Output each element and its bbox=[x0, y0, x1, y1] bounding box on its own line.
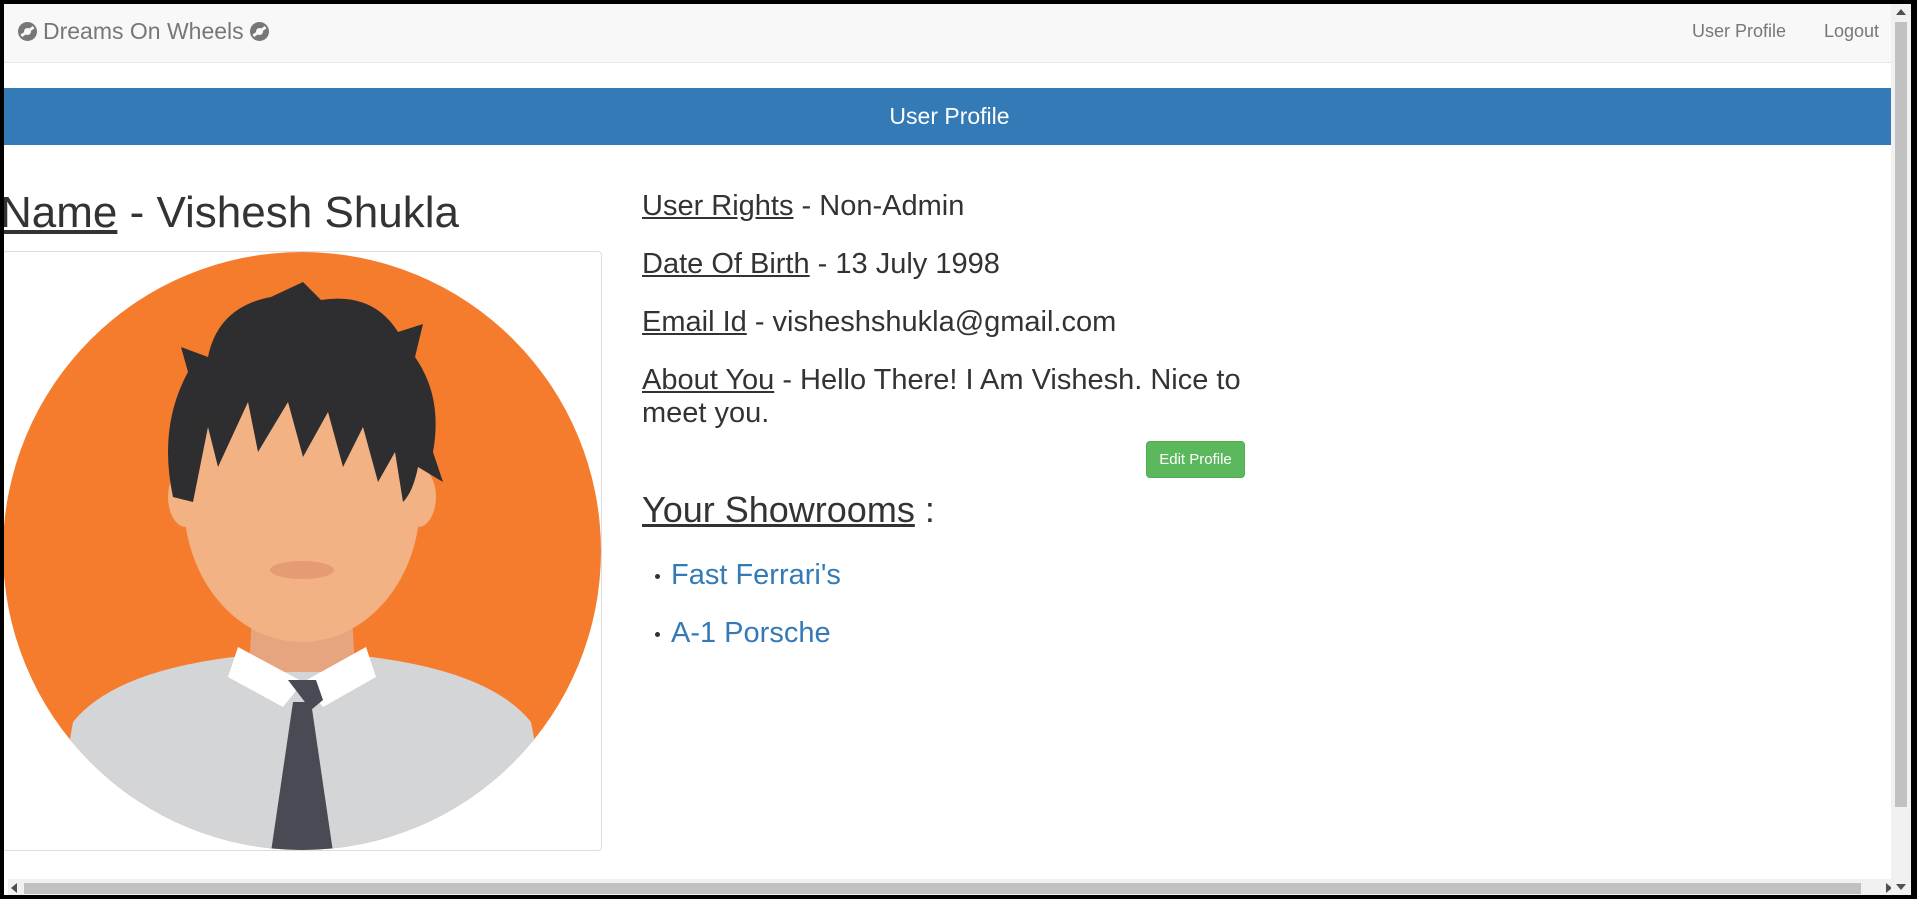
list-item: A-1 Porsche bbox=[655, 617, 831, 650]
avatar bbox=[4, 251, 602, 851]
about-label: About You bbox=[642, 364, 775, 396]
showrooms-title: Your Showrooms bbox=[642, 489, 915, 530]
name-value: - Vishesh Shukla bbox=[117, 188, 459, 237]
user-rights-value: - Non-Admin bbox=[793, 190, 965, 222]
showroom-link[interactable]: A-1 Porsche bbox=[671, 617, 831, 649]
bullet bbox=[655, 574, 660, 579]
disc-icon bbox=[249, 22, 269, 41]
showrooms-suffix: : bbox=[914, 489, 935, 530]
vertical-scrollbar[interactable] bbox=[1891, 4, 1911, 895]
navbar: Dreams On Wheels User Profile Logout bbox=[4, 4, 1895, 63]
edit-profile-button[interactable]: Edit Profile bbox=[1146, 441, 1245, 478]
page-title: User Profile bbox=[4, 88, 1895, 145]
bullet bbox=[655, 632, 660, 637]
browser-viewport: Dreams On Wheels User Profile Logout Use… bbox=[4, 4, 1895, 895]
user-rights-label: User Rights bbox=[642, 190, 794, 222]
disc-icon bbox=[18, 22, 37, 41]
list-item: Fast Ferrari's bbox=[655, 559, 841, 592]
scroll-left-icon[interactable] bbox=[11, 883, 17, 893]
nav-user-profile[interactable]: User Profile bbox=[1692, 21, 1786, 42]
email-label: Email Id bbox=[642, 306, 747, 338]
scroll-down-icon[interactable] bbox=[1896, 884, 1906, 890]
dob-row: Date Of Birth - 13 July 1998 bbox=[642, 248, 1242, 281]
brand-link[interactable]: Dreams On Wheels bbox=[18, 18, 269, 45]
user-name-heading: Name - Vishesh Shukla bbox=[4, 188, 459, 238]
horizontal-scroll-thumb[interactable] bbox=[24, 883, 1861, 894]
scroll-up-icon[interactable] bbox=[1896, 9, 1906, 15]
email-value: - visheshshukla@gmail.com bbox=[746, 306, 1117, 338]
name-label: Name bbox=[4, 188, 118, 237]
showrooms-heading: Your Showrooms : bbox=[642, 489, 935, 531]
about-row: About You - Hello There! I Am Vishesh. N… bbox=[642, 364, 1242, 430]
vertical-scroll-thumb[interactable] bbox=[1895, 22, 1907, 807]
nav-logout[interactable]: Logout bbox=[1824, 21, 1879, 42]
horizontal-scrollbar[interactable] bbox=[8, 879, 1895, 895]
email-row: Email Id - visheshshukla@gmail.com bbox=[642, 306, 1242, 339]
showroom-link[interactable]: Fast Ferrari's bbox=[671, 559, 841, 591]
avatar-illustration bbox=[4, 252, 601, 850]
user-rights-row: User Rights - Non-Admin bbox=[642, 190, 1242, 223]
brand-text: Dreams On Wheels bbox=[43, 18, 244, 44]
dob-value: - 13 July 1998 bbox=[809, 248, 1000, 280]
dob-label: Date Of Birth bbox=[642, 248, 810, 280]
